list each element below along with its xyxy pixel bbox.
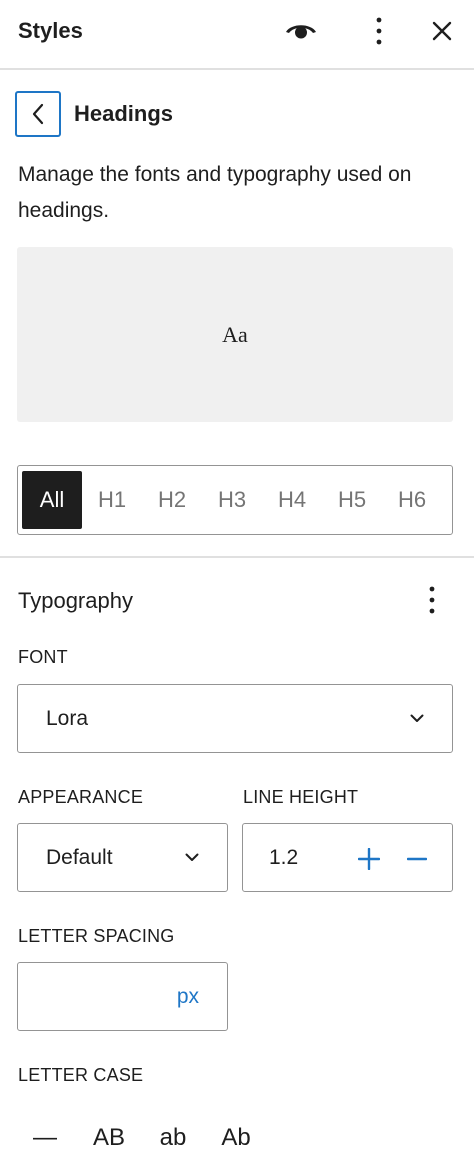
letter-spacing-input[interactable]: px: [17, 962, 228, 1031]
panel-title: Styles: [18, 18, 83, 43]
font-select-value: Lora: [46, 706, 89, 730]
preview-sample-text: Aa: [222, 321, 248, 347]
appearance-label: APPEARANCE: [18, 787, 144, 807]
close-button[interactable]: [420, 11, 464, 51]
letter-case-label: LETTER CASE: [18, 1065, 144, 1085]
font-label: FONT: [18, 647, 68, 667]
more-vertical-icon: [376, 17, 382, 45]
appearance-select[interactable]: Default: [17, 823, 228, 892]
line-height-input[interactable]: 1.2: [242, 823, 453, 892]
font-select[interactable]: Lora: [17, 684, 453, 753]
letter-spacing-label: LETTER SPACING: [18, 926, 175, 946]
level-option-h3[interactable]: H3: [202, 471, 262, 529]
screen-title: Headings: [74, 101, 174, 126]
letter-case-none-button[interactable]: —: [26, 1116, 64, 1160]
typography-preview: Aa: [17, 247, 453, 422]
letter-case-capitalize-button[interactable]: Ab: [214, 1116, 258, 1160]
chevron-down-icon: [410, 714, 424, 722]
minus-icon: [407, 857, 427, 861]
level-option-h1[interactable]: H1: [82, 471, 142, 529]
back-button[interactable]: [15, 91, 61, 137]
level-option-h4[interactable]: H4: [262, 471, 322, 529]
section-divider: [0, 556, 474, 558]
level-option-all[interactable]: All: [22, 471, 82, 529]
eye-icon: [286, 25, 316, 39]
more-options-button[interactable]: [357, 11, 401, 51]
line-height-label: LINE HEIGHT: [243, 787, 359, 807]
level-option-h2[interactable]: H2: [142, 471, 202, 529]
appearance-select-value: Default: [46, 845, 113, 869]
chevron-left-icon: [32, 103, 44, 125]
letter-spacing-unit[interactable]: px: [177, 985, 199, 1009]
line-height-decrement-button[interactable]: [395, 837, 439, 881]
line-height-increment-button[interactable]: [347, 837, 391, 881]
preview-button[interactable]: [279, 11, 323, 51]
screen-description: Manage the fonts and typography used on …: [18, 163, 412, 222]
close-icon: [432, 21, 452, 41]
level-option-h5[interactable]: H5: [322, 471, 382, 529]
heading-level-toggle: All H1 H2 H3 H4 H5 H6: [17, 465, 453, 535]
panel-header: Styles: [0, 0, 474, 70]
level-option-h6[interactable]: H6: [382, 471, 442, 529]
letter-case-lowercase-button[interactable]: ab: [152, 1116, 194, 1160]
more-vertical-icon: [429, 586, 435, 614]
letter-case-uppercase-button[interactable]: AB: [86, 1116, 132, 1160]
typography-options-button[interactable]: [410, 580, 454, 620]
typography-section-title: Typography: [18, 588, 133, 613]
chevron-down-icon: [185, 853, 199, 861]
line-height-value: 1.2: [269, 845, 299, 869]
plus-icon: [358, 848, 380, 870]
